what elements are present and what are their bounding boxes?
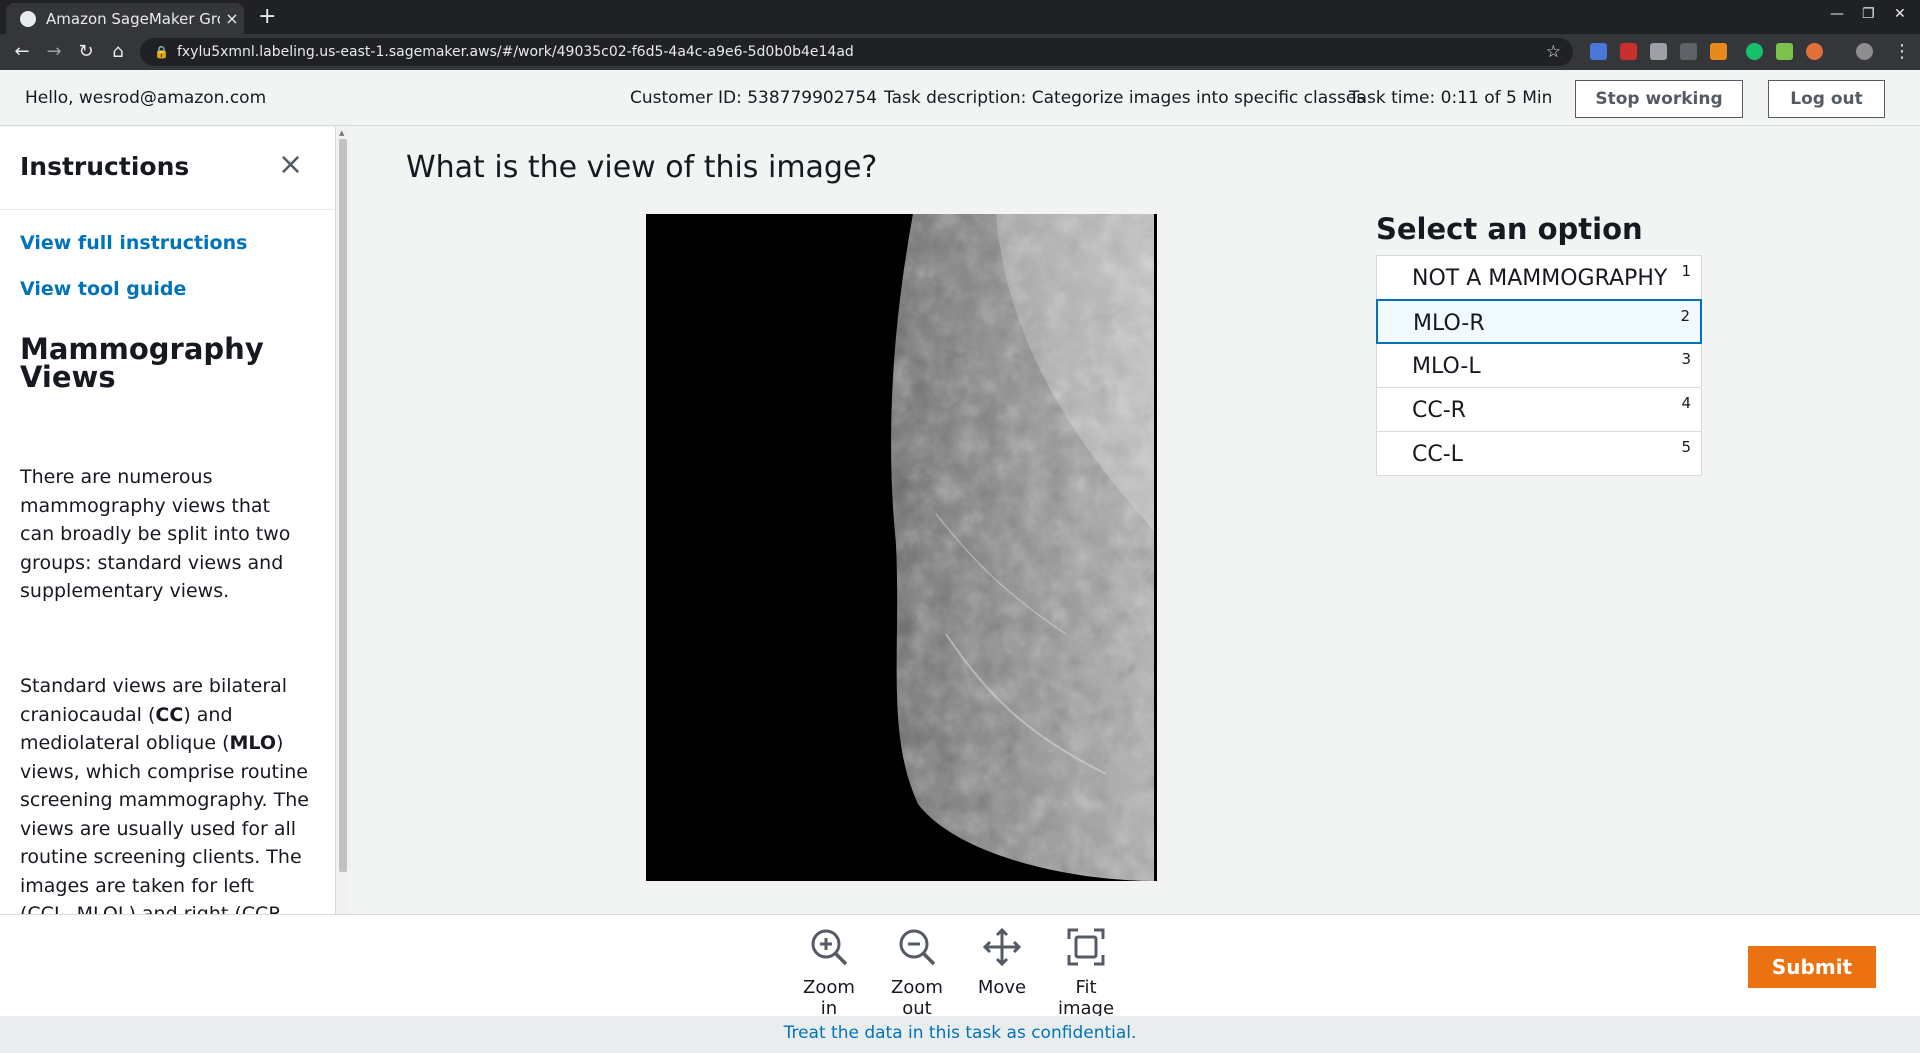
zoom-out-icon <box>899 929 936 966</box>
instructions-title: Instructions <box>20 152 190 181</box>
extension-icon[interactable] <box>1680 43 1697 60</box>
minimize-icon[interactable]: — <box>1830 6 1844 22</box>
zoom-out-button[interactable]: Zoom out <box>875 927 959 1019</box>
sidebar-scrollbar[interactable]: ▲ <box>336 127 350 914</box>
scroll-up-icon[interactable]: ▲ <box>339 129 344 137</box>
view-tool-guide-link[interactable]: View tool guide <box>20 278 186 300</box>
scrollbar-thumb[interactable] <box>339 139 347 872</box>
zoom-in-label: Zoom in <box>803 977 855 1019</box>
shortcut-key: 1 <box>1681 262 1691 280</box>
menu-icon[interactable]: ⋮ <box>1890 41 1914 62</box>
task-question: What is the view of this image? <box>406 150 878 185</box>
back-icon[interactable]: ← <box>10 41 34 62</box>
customer-id: Customer ID: 538779902754 <box>630 88 878 108</box>
extension-icon[interactable] <box>1620 43 1637 60</box>
move-button[interactable]: Move <box>976 927 1028 998</box>
instructions-paragraph: Standard views are bilateral craniocauda… <box>20 675 309 914</box>
fit-image-icon <box>1067 928 1105 966</box>
log-out-button[interactable]: Log out <box>1768 80 1885 118</box>
new-tab-button[interactable]: + <box>258 4 276 29</box>
zoom-in-button[interactable]: Zoom in <box>793 927 865 1019</box>
address-bar[interactable]: 🔒 fxylu5xmnl.labeling.us-east-1.sagemake… <box>140 38 1573 66</box>
restore-icon[interactable]: ❐ <box>1862 6 1875 22</box>
task-timer: Task time: 0:11 of 5 Min <box>1349 88 1553 108</box>
url-text: fxylu5xmnl.labeling.us-east-1.sagemaker.… <box>176 44 854 60</box>
extension-icon[interactable] <box>1806 43 1823 60</box>
fit-image-button[interactable]: Fit image <box>1045 927 1127 1019</box>
star-icon[interactable]: ☆ <box>1546 42 1561 62</box>
option-not-a-mammography[interactable]: NOT A MAMMOGRAPHY 1 <box>1376 255 1702 300</box>
profile-avatar[interactable] <box>1856 43 1873 60</box>
extension-icon[interactable] <box>1776 43 1793 60</box>
confidential-notice: Treat the data in this task as confident… <box>0 1016 1920 1053</box>
instructions-paragraph: There are numerous mammography views tha… <box>20 466 291 602</box>
instructions-heading: Mammography Views <box>20 332 264 394</box>
move-label: Move <box>977 977 1027 998</box>
submit-button[interactable]: Submit <box>1748 946 1876 988</box>
option-mlo-l[interactable]: MLO-L 3 <box>1376 343 1702 388</box>
lock-icon: 🔒 <box>154 45 169 59</box>
close-icon[interactable]: × <box>278 147 303 182</box>
mammogram-image-canvas <box>646 214 1157 881</box>
browser-tab[interactable]: Amazon SageMaker Gro × <box>6 3 244 34</box>
option-list: NOT A MAMMOGRAPHY 1 MLO-R 2 MLO-L 3 CC-R… <box>1376 255 1702 476</box>
tab-title: Amazon SageMaker Gro <box>46 9 220 28</box>
browser-toolbar: ← → ↻ ⌂ 🔒 fxylu5xmnl.labeling.us-east-1.… <box>0 34 1920 70</box>
option-mlo-r[interactable]: MLO-R 2 <box>1376 299 1702 344</box>
extension-icon[interactable] <box>1710 43 1727 60</box>
home-icon[interactable]: ⌂ <box>106 41 130 62</box>
tab-close-icon[interactable]: × <box>220 9 244 28</box>
view-full-instructions-link[interactable]: View full instructions <box>20 232 247 254</box>
extension-icon[interactable] <box>1746 43 1763 60</box>
forward-icon[interactable]: → <box>42 41 66 62</box>
shortcut-key: 4 <box>1681 394 1691 412</box>
image-toolbar: Zoom in Zoom out Move Fit image Submit <box>0 914 1920 1019</box>
shortcut-key: 2 <box>1680 307 1690 325</box>
mammogram-image[interactable] <box>646 214 1157 881</box>
site-favicon-icon <box>20 10 36 27</box>
fit-image-label: Fit image <box>1057 977 1115 1019</box>
shortcut-key: 3 <box>1681 350 1691 368</box>
window-close-icon[interactable]: ✕ <box>1894 6 1906 22</box>
extension-icon[interactable] <box>1650 43 1667 60</box>
user-greeting: Hello, wesrod@amazon.com <box>25 88 267 108</box>
zoom-out-label: Zoom out <box>891 977 943 1019</box>
stop-working-button[interactable]: Stop working <box>1575 80 1743 118</box>
divider <box>0 209 334 210</box>
instructions-panel: Instructions × View full instructions Vi… <box>0 127 336 914</box>
extension-icon[interactable] <box>1590 43 1607 60</box>
zoom-in-icon <box>811 929 848 966</box>
option-cc-r[interactable]: CC-R 4 <box>1376 387 1702 432</box>
option-cc-l[interactable]: CC-L 5 <box>1376 431 1702 476</box>
task-description: Task description: Categorize images into… <box>884 88 1366 108</box>
shortcut-key: 5 <box>1681 438 1691 456</box>
browser-tab-bar: Amazon SageMaker Gro × + — ❐ ✕ <box>0 0 1920 34</box>
move-icon <box>982 927 1022 967</box>
reload-icon[interactable]: ↻ <box>74 41 98 62</box>
options-title: Select an option <box>1376 212 1643 246</box>
task-header: Hello, wesrod@amazon.com Customer ID: 53… <box>0 70 1920 126</box>
